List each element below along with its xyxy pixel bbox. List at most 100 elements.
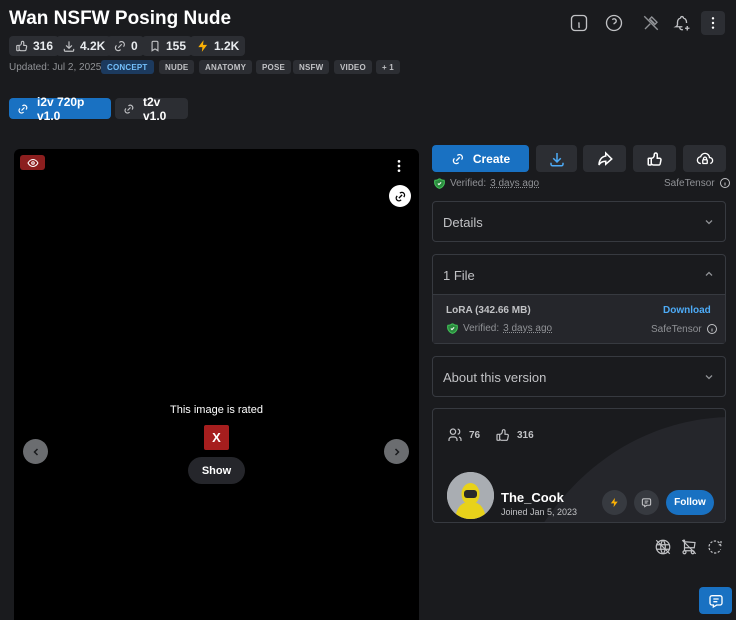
page-title: Wan NSFW Posing Nude — [9, 8, 232, 29]
likes-count: 316 — [33, 39, 54, 53]
media-menu-button[interactable] — [391, 156, 407, 176]
format-row: SafeTensor — [664, 177, 731, 189]
verified-prefix: Verified: — [463, 323, 500, 334]
file-format-row: SafeTensor — [651, 323, 718, 335]
creator-name[interactable]: The_Cook — [501, 490, 564, 505]
bolt-icon — [609, 497, 620, 508]
chevron-up-icon — [703, 268, 715, 280]
creator-likes-count: 316 — [517, 429, 534, 441]
links-count: 0 — [131, 39, 138, 53]
about-accordion[interactable]: About this version — [432, 356, 726, 397]
format-label: SafeTensor — [651, 323, 702, 335]
version-tab-t2v[interactable]: t2v v1.0 — [115, 95, 188, 123]
thumb-up-icon — [15, 39, 29, 53]
tag-nsfw[interactable]: NSFW — [293, 60, 330, 74]
message-button[interactable] — [634, 490, 659, 515]
tag-more[interactable]: + 1 — [376, 60, 400, 74]
notify-button[interactable] — [671, 12, 693, 34]
next-button[interactable] — [384, 439, 409, 464]
more-menu-button[interactable] — [701, 11, 725, 35]
version-label: t2v v1.0 — [143, 94, 167, 123]
file-verified-row: Verified: 3 days ago — [446, 322, 552, 335]
rated-text: This image is rated — [170, 404, 263, 416]
downloads-count: 4.2K — [80, 39, 106, 53]
link-icon — [113, 39, 127, 53]
version-tab-i2v[interactable]: i2v 720p v1.0 — [9, 95, 111, 123]
verified-prefix: Verified: — [450, 178, 487, 189]
buzz-count: 1.2K — [214, 39, 240, 53]
users-icon — [447, 427, 463, 443]
format-label: SafeTensor — [664, 177, 715, 189]
create-label: Create — [472, 151, 511, 166]
verified-time: 3 days ago — [490, 178, 540, 189]
hammer-icon — [642, 14, 660, 32]
bookmarks-stat[interactable]: 155 — [142, 36, 193, 56]
show-button[interactable]: Show — [188, 457, 245, 484]
files-header[interactable]: 1 File — [433, 255, 725, 294]
download-button[interactable] — [536, 145, 577, 172]
download-icon — [548, 150, 566, 168]
link-icon — [394, 190, 407, 203]
buzz-stat[interactable]: 1.2K — [190, 36, 246, 56]
tag-video[interactable]: VIDEO — [334, 60, 372, 74]
create-button[interactable]: Create — [432, 145, 529, 172]
details-label: Details — [443, 215, 483, 230]
download-icon — [62, 39, 76, 53]
file-name: LoRA (342.66 MB) — [446, 305, 531, 316]
creator-card: 76 316 The_Cook Joined Jan 5, 2023 Follo… — [432, 408, 726, 523]
info-icon[interactable] — [706, 323, 718, 335]
cart-off-icon — [680, 538, 698, 556]
world-off-icon — [654, 538, 672, 556]
info-icon[interactable] — [719, 177, 731, 189]
shield-check-icon — [433, 177, 446, 190]
tag-nude[interactable]: NUDE — [159, 60, 195, 74]
vault-button[interactable] — [683, 145, 726, 172]
files-label: 1 File — [443, 268, 475, 283]
chevron-down-icon — [703, 216, 715, 228]
shop-off-button[interactable] — [680, 538, 698, 556]
message-icon — [641, 497, 652, 508]
bookmark-icon — [148, 39, 162, 53]
bolt-icon — [196, 39, 210, 53]
details-accordion[interactable]: Details — [432, 201, 726, 242]
prev-button[interactable] — [23, 439, 48, 464]
region-restrict-button[interactable] — [654, 538, 672, 556]
tag-pose[interactable]: POSE — [256, 60, 292, 74]
tip-button[interactable] — [602, 490, 627, 515]
file-download-link[interactable]: Download — [663, 305, 711, 316]
link-icon — [17, 103, 29, 115]
eye-icon — [26, 157, 39, 169]
tag-anatomy[interactable]: ANATOMY — [199, 60, 253, 74]
about-label: About this version — [443, 370, 547, 385]
files-accordion: 1 File LoRA (342.66 MB) Download Verifie… — [432, 254, 726, 344]
likes-stat[interactable]: 316 — [9, 36, 60, 56]
follow-button[interactable]: Follow — [666, 490, 714, 515]
creator-joined: Joined Jan 5, 2023 — [501, 507, 578, 517]
chat-button[interactable] — [699, 587, 732, 614]
help-button[interactable] — [603, 12, 625, 34]
updated-date: Updated: Jul 2, 2025 — [9, 62, 102, 73]
share-button[interactable] — [583, 145, 626, 172]
help-icon — [604, 13, 624, 33]
info-button[interactable] — [568, 12, 590, 34]
info-icon — [569, 13, 589, 33]
nsfw-toggle[interactable] — [20, 155, 45, 170]
avatar[interactable] — [447, 472, 494, 519]
creator-likes-stat: 316 — [495, 427, 534, 443]
like-button[interactable] — [633, 145, 676, 172]
links-stat[interactable]: 0 — [107, 36, 144, 56]
downloads-stat[interactable]: 4.2K — [56, 36, 112, 56]
chevron-left-icon — [30, 446, 42, 458]
moderate-button[interactable] — [640, 12, 662, 34]
tag-concept[interactable]: CONCEPT — [101, 60, 154, 74]
cloud-lock-icon — [695, 150, 715, 168]
followers-count: 76 — [469, 429, 481, 441]
remix-button[interactable] — [389, 185, 411, 207]
followers-stat: 76 — [447, 427, 480, 443]
chevron-down-icon — [703, 371, 715, 383]
dots-vertical-icon — [705, 15, 721, 31]
verified-time: 3 days ago — [503, 323, 553, 334]
rotate-button[interactable] — [706, 538, 724, 556]
thumb-up-icon — [495, 427, 511, 443]
shield-check-icon — [446, 322, 459, 335]
